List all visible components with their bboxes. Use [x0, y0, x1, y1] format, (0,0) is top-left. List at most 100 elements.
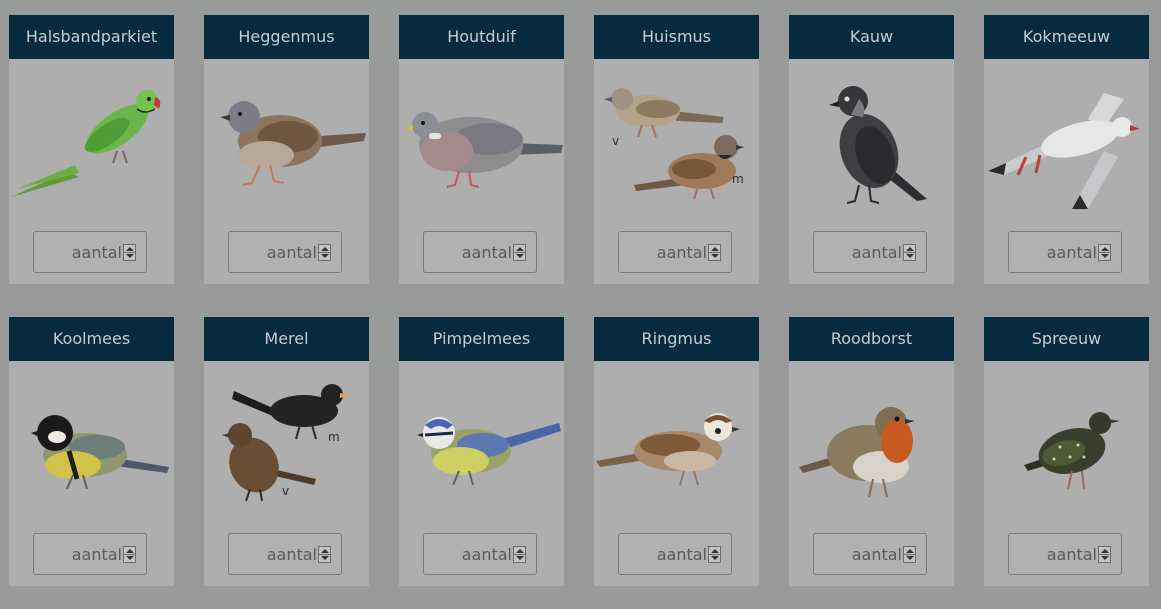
female-label: v — [282, 484, 289, 498]
spin-down-icon[interactable] — [906, 556, 914, 560]
spinner-divider — [319, 252, 330, 253]
house-sparrow-illustration: v m — [594, 59, 759, 225]
blue-tit-illustration — [399, 361, 564, 527]
male-label: m — [732, 172, 744, 186]
quantity-input[interactable] — [814, 232, 906, 272]
bird-name: Halsbandparkiet — [9, 15, 174, 59]
spin-up-icon[interactable] — [906, 549, 914, 553]
spinner-divider — [904, 554, 915, 555]
quantity-field[interactable] — [813, 533, 927, 575]
quantity-field[interactable] — [1008, 533, 1122, 575]
spin-down-icon[interactable] — [321, 254, 329, 258]
bird-name: Ringmus — [594, 317, 759, 361]
quantity-input[interactable] — [1009, 232, 1101, 272]
quantity-field[interactable] — [423, 231, 537, 273]
spinner-divider — [1099, 252, 1110, 253]
spin-down-icon[interactable] — [321, 556, 329, 560]
quantity-spinner[interactable] — [1098, 546, 1111, 563]
quantity-field[interactable] — [228, 533, 342, 575]
spin-down-icon[interactable] — [126, 556, 134, 560]
bird-card-heggenmus: Heggenmus — [204, 15, 369, 284]
spin-down-icon[interactable] — [711, 556, 719, 560]
female-label: v — [612, 134, 619, 148]
bird-card-roodborst: Roodborst — [789, 317, 954, 586]
quantity-field[interactable] — [618, 231, 732, 273]
spin-up-icon[interactable] — [711, 247, 719, 251]
bird-name: Heggenmus — [204, 15, 369, 59]
spin-up-icon[interactable] — [1101, 247, 1109, 251]
spinner-divider — [514, 554, 525, 555]
spin-up-icon[interactable] — [321, 549, 329, 553]
spinner-divider — [1099, 554, 1110, 555]
bird-name: Huismus — [594, 15, 759, 59]
quantity-input[interactable] — [1009, 534, 1101, 574]
bird-name: Pimpelmees — [399, 317, 564, 361]
bird-card-kauw: Kauw — [789, 15, 954, 284]
quantity-field[interactable] — [618, 533, 732, 575]
spin-down-icon[interactable] — [1101, 556, 1109, 560]
quantity-field[interactable] — [228, 231, 342, 273]
bird-card-koolmees: Koolmees — [9, 317, 174, 586]
quantity-input[interactable] — [619, 232, 711, 272]
spin-down-icon[interactable] — [906, 254, 914, 258]
quantity-spinner[interactable] — [513, 244, 526, 261]
quantity-field[interactable] — [33, 231, 147, 273]
spinner-divider — [124, 554, 135, 555]
quantity-input[interactable] — [814, 534, 906, 574]
quantity-field[interactable] — [813, 231, 927, 273]
spin-up-icon[interactable] — [711, 549, 719, 553]
spinner-divider — [124, 252, 135, 253]
quantity-field[interactable] — [33, 533, 147, 575]
spinner-divider — [709, 554, 720, 555]
spin-up-icon[interactable] — [906, 247, 914, 251]
quantity-field[interactable] — [1008, 231, 1122, 273]
spin-up-icon[interactable] — [126, 247, 134, 251]
quantity-input[interactable] — [424, 232, 516, 272]
spin-down-icon[interactable] — [711, 254, 719, 258]
quantity-input[interactable] — [424, 534, 516, 574]
quantity-input[interactable] — [229, 232, 321, 272]
spin-down-icon[interactable] — [126, 254, 134, 258]
black-headed-gull-illustration — [984, 59, 1149, 225]
bird-card-spreeuw: Spreeuw — [984, 317, 1149, 586]
quantity-spinner[interactable] — [708, 546, 721, 563]
quantity-input[interactable] — [229, 534, 321, 574]
quantity-spinner[interactable] — [318, 546, 331, 563]
bird-name: Kokmeeuw — [984, 15, 1149, 59]
spin-down-icon[interactable] — [516, 556, 524, 560]
spin-up-icon[interactable] — [321, 247, 329, 251]
jackdaw-illustration — [789, 59, 954, 225]
bird-name: Houtduif — [399, 15, 564, 59]
ring-necked-parakeet-illustration — [9, 59, 174, 225]
bird-name: Merel — [204, 317, 369, 361]
quantity-spinner[interactable] — [123, 244, 136, 261]
quantity-input[interactable] — [619, 534, 711, 574]
starling-illustration — [984, 361, 1149, 527]
bird-name: Spreeuw — [984, 317, 1149, 361]
spin-up-icon[interactable] — [516, 549, 524, 553]
spin-down-icon[interactable] — [516, 254, 524, 258]
quantity-spinner[interactable] — [513, 546, 526, 563]
quantity-spinner[interactable] — [903, 244, 916, 261]
quantity-input[interactable] — [34, 232, 126, 272]
spin-down-icon[interactable] — [1101, 254, 1109, 258]
blackbird-illustration: m v — [204, 361, 369, 527]
bird-name: Roodborst — [789, 317, 954, 361]
bird-card-pimpelmees: Pimpelmees — [399, 317, 564, 586]
spin-up-icon[interactable] — [1101, 549, 1109, 553]
bird-card-houtduif: Houtduif — [399, 15, 564, 284]
quantity-input[interactable] — [34, 534, 126, 574]
bird-card-kokmeeuw: Kokmeeuw — [984, 15, 1149, 284]
spin-up-icon[interactable] — [126, 549, 134, 553]
bird-card-huismus: Huismus v m — [594, 15, 759, 284]
tree-sparrow-illustration — [594, 361, 759, 527]
quantity-spinner[interactable] — [123, 546, 136, 563]
male-label: m — [328, 430, 340, 444]
quantity-spinner[interactable] — [318, 244, 331, 261]
quantity-spinner[interactable] — [1098, 244, 1111, 261]
quantity-spinner[interactable] — [708, 244, 721, 261]
quantity-field[interactable] — [423, 533, 537, 575]
spin-up-icon[interactable] — [516, 247, 524, 251]
spinner-divider — [319, 554, 330, 555]
quantity-spinner[interactable] — [903, 546, 916, 563]
